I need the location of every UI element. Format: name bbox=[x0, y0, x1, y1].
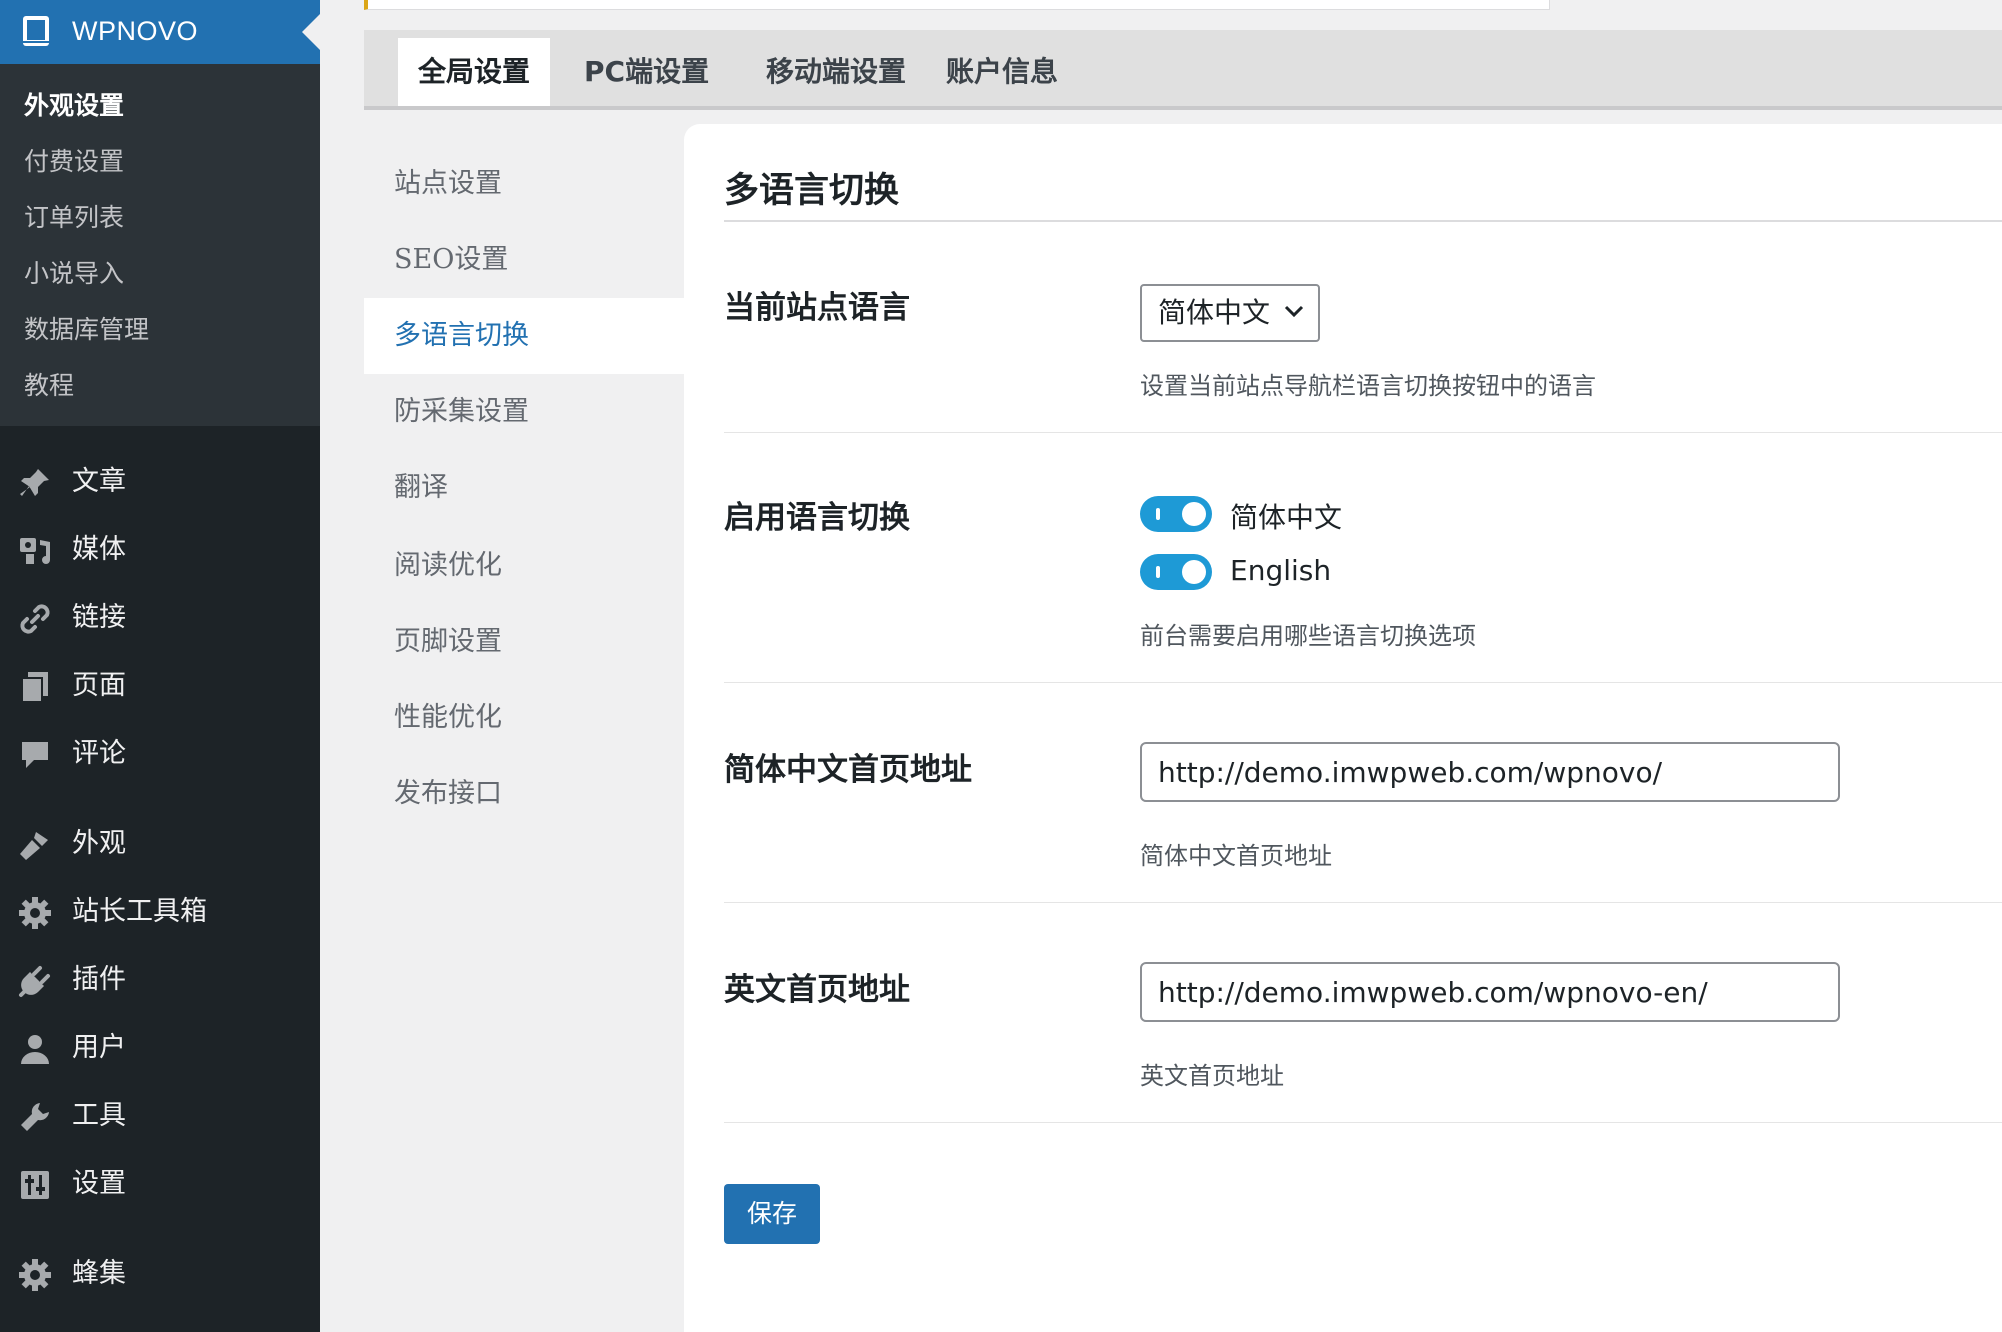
media-icon bbox=[20, 538, 50, 564]
tab-account-info[interactable]: 账户信息 bbox=[926, 38, 1078, 106]
menu-item-settings[interactable]: 设置 bbox=[0, 1156, 320, 1212]
menu-label: 用户 bbox=[72, 1032, 126, 1063]
user-icon bbox=[21, 1035, 49, 1064]
menu-item-fengji[interactable]: 蜂集 bbox=[0, 1246, 320, 1302]
submenu-item-order-list[interactable]: 订单列表 bbox=[24, 202, 124, 234]
enable-switch-label: 启用语言切换 bbox=[724, 500, 910, 536]
en-home-label: 英文首页地址 bbox=[724, 972, 910, 1008]
menu-label: 设置 bbox=[72, 1168, 126, 1199]
brand-title: WPNOVO bbox=[72, 16, 199, 46]
en-home-description: 英文首页地址 bbox=[1140, 1062, 1284, 1090]
menu-label: 插件 bbox=[72, 964, 126, 995]
toggle-simplified-chinese[interactable] bbox=[1140, 496, 1212, 532]
notice-strip bbox=[364, 0, 1550, 10]
title-divider bbox=[724, 220, 2002, 222]
settings-tabbar: 全局设置 PC端设置 移动端设置 账户信息 bbox=[364, 30, 2002, 110]
gear-icon bbox=[19, 897, 51, 929]
row-divider bbox=[724, 902, 2002, 903]
current-language-select[interactable]: 简体中文 bbox=[1140, 284, 1320, 342]
save-button[interactable]: 保存 bbox=[724, 1184, 820, 1244]
menu-item-posts[interactable]: 文章 bbox=[0, 454, 320, 510]
subnav-item-site-settings[interactable]: 站点设置 bbox=[364, 146, 684, 222]
menu-label: 页面 bbox=[72, 670, 126, 701]
submenu-item-tutorial[interactable]: 教程 bbox=[24, 370, 74, 402]
menu-item-plugins[interactable]: 插件 bbox=[0, 952, 320, 1008]
tab-pc-settings[interactable]: PC端设置 bbox=[564, 38, 729, 106]
brush-icon bbox=[20, 832, 48, 860]
pages-icon bbox=[21, 672, 48, 703]
gear-icon bbox=[19, 1259, 51, 1291]
zh-home-description: 简体中文首页地址 bbox=[1140, 842, 1332, 870]
submenu-item-appearance-settings[interactable]: 外观设置 bbox=[24, 90, 124, 122]
subnav-item-reading-optimization[interactable]: 阅读优化 bbox=[364, 528, 684, 604]
menu-item-links[interactable]: 链接 bbox=[0, 590, 320, 646]
toggle-on-mark bbox=[1156, 508, 1160, 520]
toggle-label-simplified-chinese: 简体中文 bbox=[1230, 501, 1343, 534]
submenu-item-payment-settings[interactable]: 付费设置 bbox=[24, 146, 124, 178]
panel-title: 多语言切换 bbox=[724, 171, 900, 211]
wrench-icon bbox=[21, 1103, 49, 1131]
menu-label: 文章 bbox=[72, 466, 126, 497]
zh-home-label: 简体中文首页地址 bbox=[724, 752, 972, 788]
link-icon bbox=[20, 604, 50, 634]
toggle-on-mark bbox=[1156, 566, 1160, 578]
tab-global-settings[interactable]: 全局设置 bbox=[398, 38, 551, 106]
row-divider bbox=[724, 1122, 2002, 1123]
menu-item-tools[interactable]: 工具 bbox=[0, 1088, 320, 1144]
tab-mobile-settings[interactable]: 移动端设置 bbox=[746, 38, 926, 106]
brand-menu-item[interactable]: WPNOVO bbox=[0, 0, 320, 64]
menu-label: 外观 bbox=[72, 828, 126, 859]
toggle-english[interactable] bbox=[1140, 554, 1212, 590]
zh-home-input[interactable] bbox=[1140, 742, 1840, 802]
current-language-value: 简体中文 bbox=[1158, 296, 1271, 329]
menu-label: 工具 bbox=[72, 1100, 126, 1131]
submenu-item-database[interactable]: 数据库管理 bbox=[24, 314, 149, 346]
en-home-input[interactable] bbox=[1140, 962, 1840, 1022]
menu-label: 媒体 bbox=[72, 534, 126, 565]
menu-label: 链接 bbox=[72, 602, 126, 633]
submenu-item-novel-import[interactable]: 小说导入 bbox=[24, 258, 124, 290]
subnav-item-footer-settings[interactable]: 页脚设置 bbox=[364, 604, 684, 680]
comment-icon bbox=[22, 742, 48, 768]
menu-item-webmaster-tools[interactable]: 站长工具箱 bbox=[0, 884, 320, 940]
current-arrow bbox=[302, 14, 320, 50]
subnav-item-publish-api[interactable]: 发布接口 bbox=[364, 756, 684, 832]
current-language-description: 设置当前站点导航栏语言切换按钮中的语言 bbox=[1140, 372, 1596, 400]
menu-item-media[interactable]: 媒体 bbox=[0, 522, 320, 578]
submenu: 外观设置 付费设置 订单列表 小说导入 数据库管理 教程 bbox=[0, 64, 320, 426]
plugin-icon bbox=[19, 966, 50, 997]
menu-item-comments[interactable]: 评论 bbox=[0, 726, 320, 782]
admin-sidebar: WPNOVO 外观设置 付费设置 订单列表 小说导入 数据库管理 教程 文章 媒… bbox=[0, 0, 320, 1332]
subnav-item-translation[interactable]: 翻译 bbox=[364, 450, 684, 526]
book-icon bbox=[23, 16, 49, 46]
menu-item-appearance[interactable]: 外观 bbox=[0, 816, 320, 872]
menu-label: 蜂集 bbox=[72, 1258, 126, 1289]
subnav-item-anti-scraping[interactable]: 防采集设置 bbox=[364, 374, 684, 450]
row-divider bbox=[724, 432, 2002, 433]
sliders-icon bbox=[21, 1171, 49, 1199]
subnav-item-performance[interactable]: 性能优化 bbox=[364, 680, 684, 756]
enable-switch-description: 前台需要启用哪些语言切换选项 bbox=[1140, 622, 1476, 650]
subnav-item-seo-settings[interactable]: SEO设置 bbox=[364, 222, 684, 298]
menu-item-users[interactable]: 用户 bbox=[0, 1020, 320, 1076]
pin-icon bbox=[20, 469, 49, 496]
menu-label: 评论 bbox=[72, 738, 126, 769]
toggle-knob bbox=[1182, 502, 1206, 526]
row-divider bbox=[724, 682, 2002, 683]
settings-panel: 多语言切换 当前站点语言 简体中文 设置当前站点导航栏语言切换按钮中的语言 启用… bbox=[684, 124, 2002, 1332]
toggle-label-english: English bbox=[1230, 554, 1332, 587]
menu-label: 站长工具箱 bbox=[72, 896, 207, 927]
subnav-item-multilanguage[interactable]: 多语言切换 bbox=[364, 298, 684, 374]
toggle-knob bbox=[1182, 560, 1206, 584]
current-language-label: 当前站点语言 bbox=[724, 290, 910, 326]
menu-item-pages[interactable]: 页面 bbox=[0, 658, 320, 714]
chevron-down-icon bbox=[1284, 305, 1304, 318]
